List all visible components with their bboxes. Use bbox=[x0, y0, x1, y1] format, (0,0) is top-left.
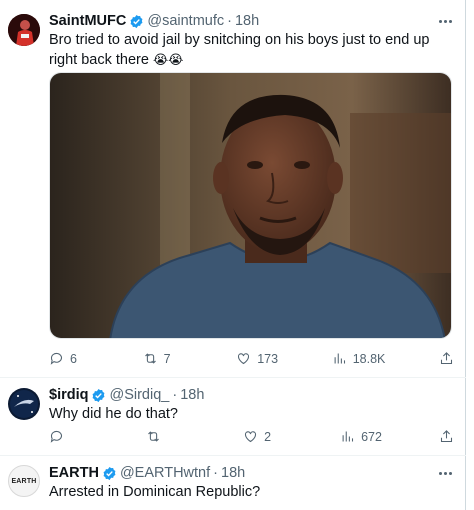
retweet-button[interactable] bbox=[146, 429, 186, 444]
reply-icon bbox=[50, 352, 63, 365]
reply-count: 6 bbox=[70, 351, 77, 366]
views-count: 18.8K bbox=[352, 351, 386, 366]
display-name[interactable]: SaintMUFC bbox=[49, 13, 126, 29]
retweet-icon bbox=[144, 353, 156, 364]
reply-icon bbox=[50, 430, 63, 443]
timestamp[interactable]: 18h bbox=[235, 13, 259, 29]
like-count: 2 bbox=[264, 429, 272, 444]
views-button[interactable]: 18.8K bbox=[332, 351, 386, 366]
more-icon[interactable] bbox=[439, 20, 452, 23]
separator: · bbox=[227, 13, 232, 29]
share-icon bbox=[440, 352, 452, 365]
more-icon[interactable] bbox=[439, 472, 452, 475]
tweet-sirdiq[interactable]: $irdiq @Sirdiq_ · 18h Why did he do that… bbox=[0, 378, 466, 456]
views-icon bbox=[342, 431, 354, 442]
retweet-count: 7 bbox=[163, 351, 171, 366]
tweet-actions: 6 7 173 18.8K bbox=[49, 351, 454, 366]
views-icon bbox=[334, 353, 345, 364]
avatar[interactable] bbox=[8, 388, 40, 420]
share-button[interactable] bbox=[439, 429, 454, 444]
avatar-logo-text: EARTH bbox=[11, 477, 37, 485]
like-count: 173 bbox=[257, 351, 279, 366]
display-name[interactable]: $irdiq bbox=[49, 387, 88, 403]
tweet-text: Why did he do that? bbox=[49, 405, 449, 424]
tweet-body: Why did he do that? bbox=[49, 406, 178, 422]
user-handle[interactable]: @Sirdiq_ bbox=[109, 387, 169, 403]
like-icon bbox=[245, 431, 257, 443]
tweet-image[interactable] bbox=[49, 72, 452, 339]
verified-badge-icon bbox=[93, 388, 105, 402]
tweet-earth[interactable]: EARTH EARTH @EARTHwtnf · 18h Arrested in… bbox=[0, 456, 466, 510]
tweet-body: Bro tried to avoid jail by snitching on … bbox=[49, 32, 430, 68]
share-icon bbox=[440, 430, 453, 443]
reply-button[interactable] bbox=[49, 429, 89, 444]
timeline: SaintMUFC @saintmufc · 18h Bro tried to … bbox=[0, 0, 466, 510]
separator: · bbox=[213, 465, 218, 481]
views-count: 672 bbox=[361, 429, 382, 444]
tweet-body: Arrested in Dominican Republic? bbox=[49, 484, 261, 500]
timestamp[interactable]: 18h bbox=[180, 387, 204, 403]
timestamp[interactable]: 18h bbox=[221, 465, 245, 481]
tweet-header: SaintMUFC @saintmufc · 18h bbox=[49, 13, 259, 29]
man-photo bbox=[50, 73, 451, 338]
tweet-text: Arrested in Dominican Republic? bbox=[49, 483, 449, 502]
like-icon bbox=[238, 353, 250, 365]
avatar[interactable] bbox=[8, 14, 40, 46]
tweet-emoji: 😭😭 bbox=[152, 52, 184, 67]
user-handle[interactable]: @EARTHwtnf bbox=[120, 465, 210, 481]
user-handle[interactable]: @saintmufc bbox=[147, 13, 224, 29]
share-button[interactable] bbox=[439, 351, 454, 366]
tweet-text: Bro tried to avoid jail by snitching on … bbox=[49, 31, 449, 70]
tweet-header: $irdiq @Sirdiq_ · 18h bbox=[49, 387, 204, 403]
like-button[interactable]: 173 bbox=[236, 351, 278, 366]
views-button[interactable]: 672 bbox=[340, 429, 382, 444]
display-name[interactable]: EARTH bbox=[49, 465, 99, 481]
tweet-actions: 2 672 bbox=[49, 429, 454, 444]
tweet-saintmufc[interactable]: SaintMUFC @saintmufc · 18h Bro tried to … bbox=[0, 0, 466, 378]
avatar[interactable]: EARTH bbox=[8, 465, 40, 497]
verified-badge-icon bbox=[130, 14, 143, 28]
like-button[interactable]: 2 bbox=[243, 429, 283, 444]
retweet-icon bbox=[148, 431, 159, 442]
tweet-header: EARTH @EARTHwtnf · 18h bbox=[49, 465, 245, 481]
retweet-button[interactable]: 7 bbox=[143, 351, 183, 366]
verified-badge-icon bbox=[103, 466, 116, 480]
reply-button[interactable]: 6 bbox=[49, 351, 89, 366]
separator: · bbox=[172, 387, 178, 403]
